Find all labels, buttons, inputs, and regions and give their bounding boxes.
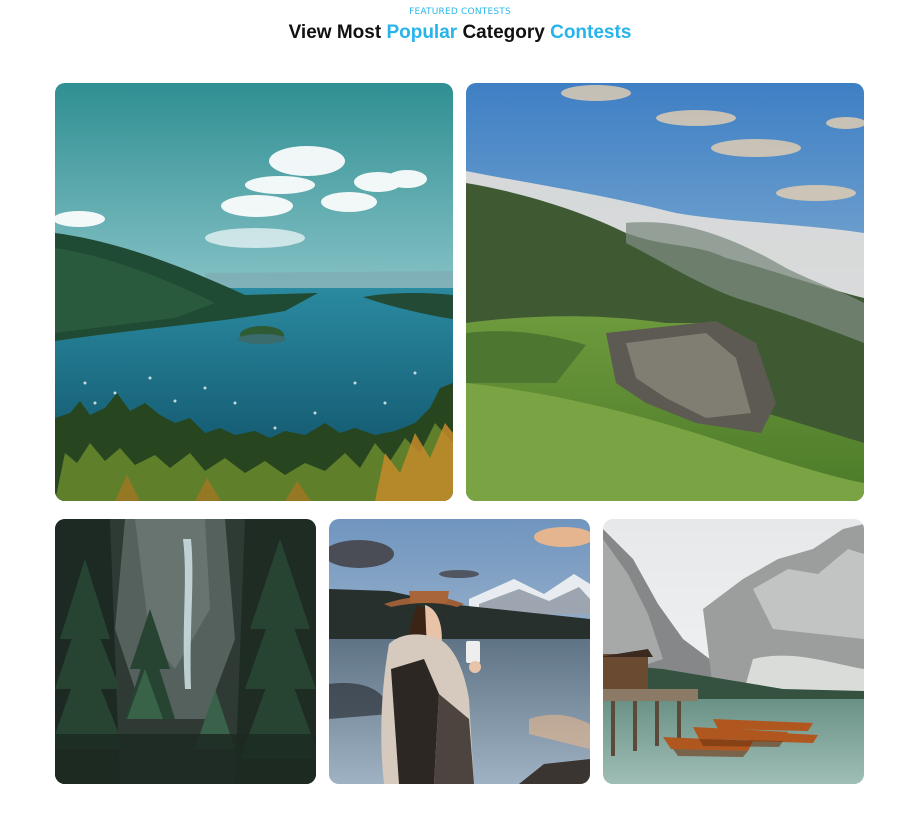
title-accent-popular: Popular <box>386 22 458 43</box>
contest-card-cliff[interactable] <box>466 83 864 501</box>
forest-waterfall-photo <box>55 519 316 784</box>
contest-card-woman[interactable] <box>329 519 590 784</box>
mountain-lake-boats-photo <box>603 519 864 784</box>
woman-lake-photo <box>329 519 590 784</box>
contest-card-lake[interactable] <box>55 83 453 501</box>
section-title: View Most Popular Category Contests <box>0 22 920 44</box>
contest-card-mountain[interactable] <box>603 519 864 784</box>
title-accent-contests: Contests <box>550 22 632 43</box>
green-cliff-photo <box>466 83 864 501</box>
lake-island-photo <box>55 83 453 501</box>
title-text-2: Category <box>457 22 551 43</box>
section-eyebrow: FEATURED CONTESTS <box>409 7 511 17</box>
contest-card-forest[interactable] <box>55 519 316 784</box>
title-text-1: View Most <box>288 22 387 43</box>
